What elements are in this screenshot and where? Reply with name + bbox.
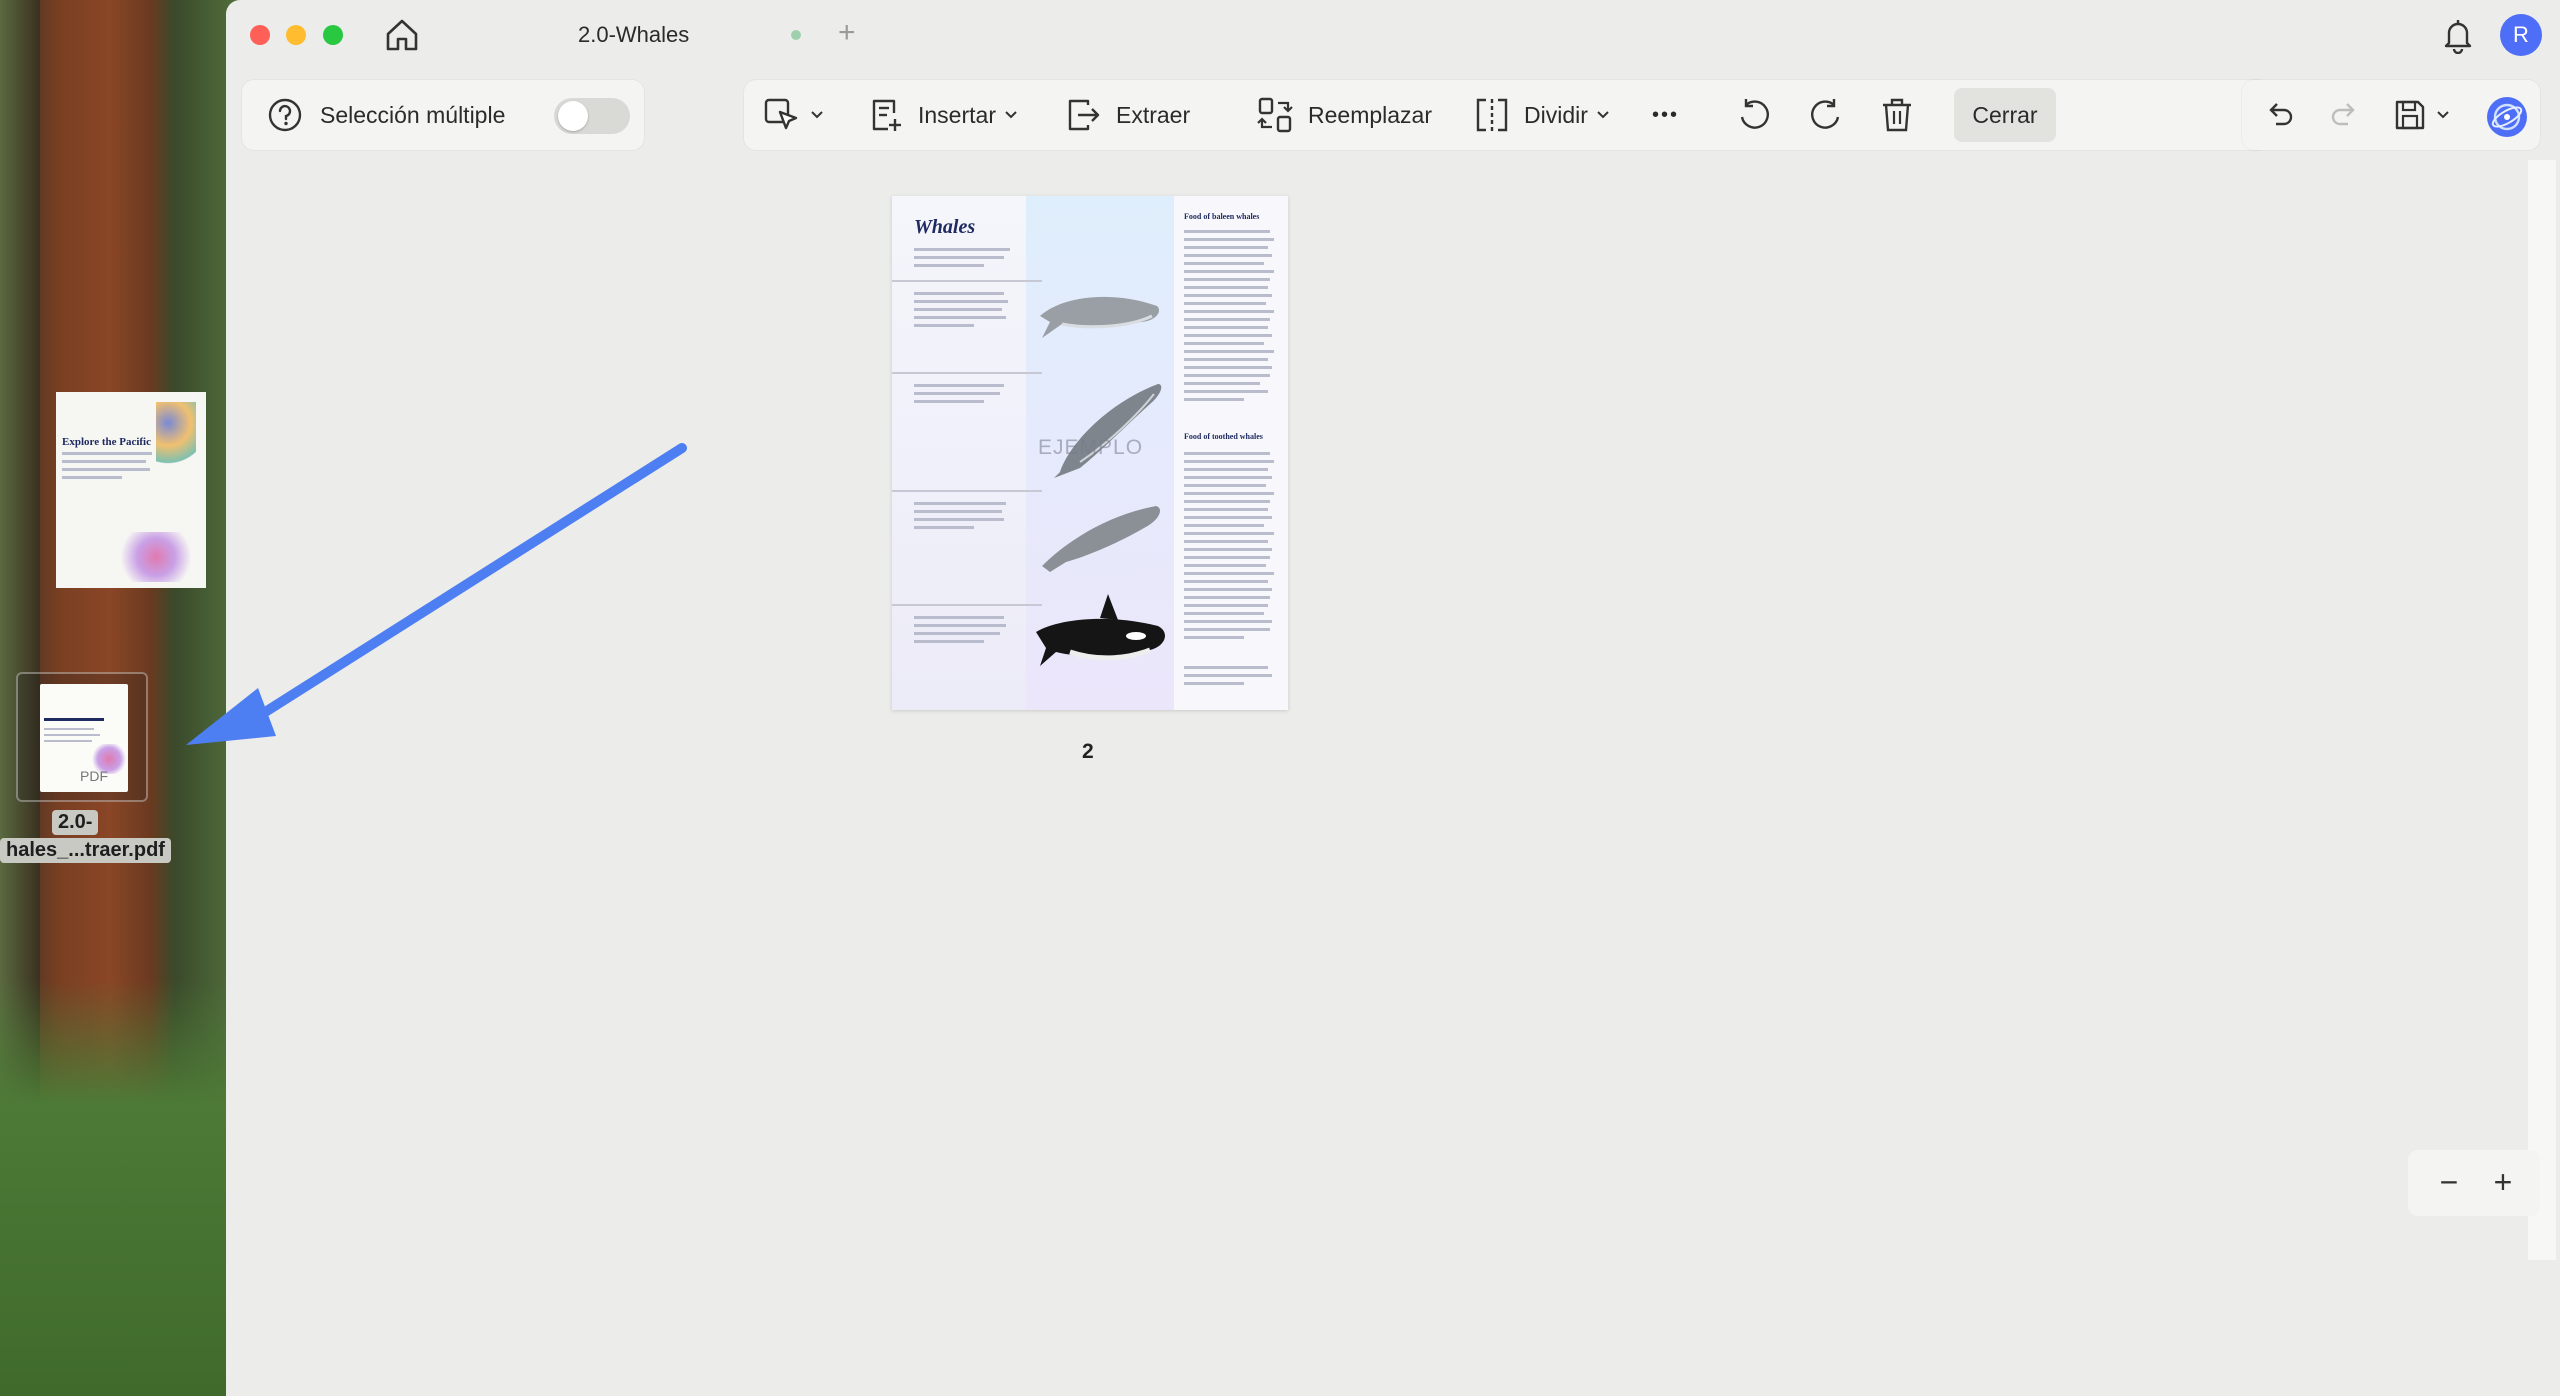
vertical-scrollbar[interactable] bbox=[2528, 160, 2556, 1260]
redo-button[interactable] bbox=[2328, 92, 2362, 138]
orca-illustration bbox=[1036, 594, 1165, 666]
user-avatar[interactable]: R bbox=[2500, 14, 2542, 56]
zoom-out-button[interactable]: − bbox=[2432, 1162, 2466, 1202]
title-bar: 2.0-Whales + R bbox=[226, 0, 2560, 70]
rotate-left-icon bbox=[1740, 99, 1769, 129]
zoom-controls: − + bbox=[2408, 1150, 2540, 1216]
insert-label: Insertar bbox=[918, 101, 996, 128]
bell-icon[interactable] bbox=[2440, 16, 2476, 55]
document-tab-title[interactable]: 2.0-Whales bbox=[578, 22, 689, 48]
help-icon[interactable] bbox=[264, 94, 306, 136]
file-name-line1[interactable]: 2.0- bbox=[52, 810, 99, 835]
extract-icon bbox=[1068, 99, 1100, 131]
insert-button[interactable]: Insertar bbox=[868, 92, 1018, 138]
page-heading-toothed: Food of toothed whales bbox=[1184, 432, 1263, 441]
undo-button[interactable] bbox=[2262, 92, 2296, 138]
rotate-left-button[interactable] bbox=[1734, 92, 1774, 138]
whale-illustration bbox=[1042, 506, 1160, 572]
multi-select-label: Selección múltiple bbox=[320, 102, 506, 128]
close-page-tools-button[interactable]: Cerrar bbox=[1954, 88, 2056, 142]
replace-label: Reemplazar bbox=[1308, 101, 1432, 128]
delete-page-button[interactable] bbox=[1878, 92, 1916, 138]
page-number: 2 bbox=[1082, 740, 1094, 763]
pdf-file-icon: PDF bbox=[40, 684, 128, 792]
rotate-right-icon bbox=[1811, 99, 1840, 129]
redo-icon bbox=[2331, 103, 2355, 126]
replace-icon bbox=[1257, 97, 1293, 133]
save-button[interactable] bbox=[2392, 92, 2450, 138]
toggle-knob bbox=[558, 101, 588, 131]
page-grid: Whales Food of baleen whales Food of too… bbox=[226, 160, 2560, 1396]
tab-status-dot bbox=[791, 30, 801, 40]
chevron-down-icon bbox=[1597, 111, 1609, 119]
drag-direction-arrow bbox=[186, 443, 687, 745]
split-icon bbox=[1476, 98, 1508, 132]
forest-ground bbox=[0, 980, 260, 1396]
page-tools-toolbar: Insertar Extraer Reemplazar Dividir ••• … bbox=[744, 80, 2270, 150]
undo-icon bbox=[2269, 103, 2293, 126]
rotate-right-button[interactable] bbox=[1806, 92, 1846, 138]
new-tab-button[interactable]: + bbox=[838, 16, 856, 50]
ai-assistant-icon bbox=[2487, 97, 2527, 137]
select-icon bbox=[764, 98, 798, 130]
whale-illustration bbox=[1054, 384, 1162, 478]
minimize-window-button[interactable] bbox=[286, 25, 306, 45]
extract-button[interactable]: Extraer bbox=[1064, 92, 1190, 138]
save-icon bbox=[2395, 100, 2425, 130]
split-label: Dividir bbox=[1524, 101, 1588, 128]
page-heading-baleen: Food of baleen whales bbox=[1184, 212, 1260, 221]
home-icon[interactable] bbox=[382, 16, 422, 54]
watermark-text: EJEMPLO bbox=[1038, 436, 1144, 459]
page-title: Whales bbox=[914, 216, 976, 238]
extract-label: Extraer bbox=[1116, 101, 1191, 128]
whale-illustration bbox=[1040, 296, 1160, 338]
desktop-pdf-file[interactable]: PDF bbox=[16, 672, 148, 802]
pdf-tag: PDF bbox=[80, 768, 108, 784]
chevron-down-icon bbox=[2437, 111, 2449, 119]
close-window-button[interactable] bbox=[250, 25, 270, 45]
page-thumbnail[interactable]: Whales Food of baleen whales Food of too… bbox=[892, 196, 1288, 710]
select-tool-button[interactable] bbox=[762, 92, 824, 138]
chevron-down-icon bbox=[811, 111, 823, 119]
chevron-down-icon bbox=[1005, 111, 1017, 119]
split-button[interactable]: Dividir bbox=[1472, 92, 1610, 138]
drag-preview-title: Explore the Pacific bbox=[62, 436, 151, 448]
file-name-line2[interactable]: hales_...traer.pdf bbox=[0, 838, 171, 863]
history-panel bbox=[2242, 80, 2540, 150]
ai-assistant-button[interactable] bbox=[2486, 94, 2528, 140]
insert-icon bbox=[872, 99, 901, 131]
more-options-button[interactable]: ••• bbox=[1652, 92, 1679, 138]
selection-panel: Selección múltiple bbox=[242, 80, 644, 150]
replace-button[interactable]: Reemplazar bbox=[1256, 92, 1432, 138]
multi-select-toggle[interactable] bbox=[554, 98, 630, 134]
maximize-window-button[interactable] bbox=[323, 25, 343, 45]
trash-icon bbox=[1883, 98, 1911, 132]
zoom-in-button[interactable]: + bbox=[2486, 1162, 2520, 1202]
